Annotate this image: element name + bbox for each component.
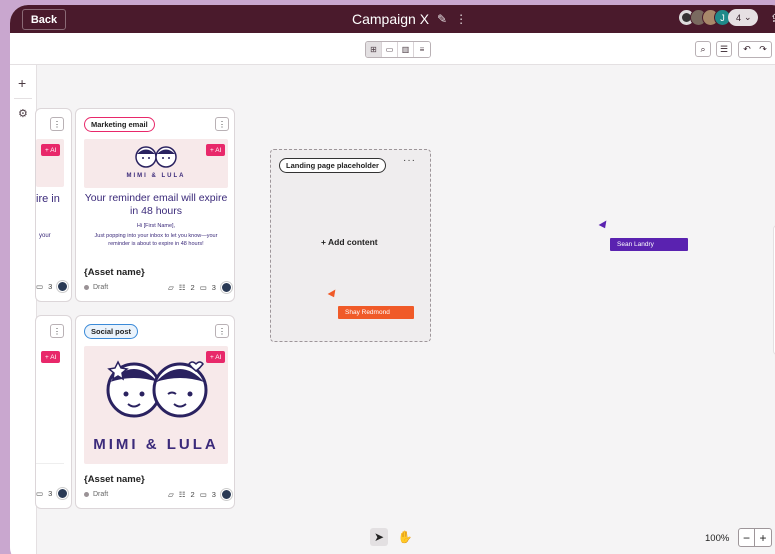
cursor-label-sean: Sean Landry: [610, 238, 688, 251]
card-type-badge: Marketing email: [84, 117, 155, 132]
status-dot: [84, 492, 89, 497]
task-count: 2: [190, 283, 195, 292]
view-mode-switcher: ⊞ ▭ ▥ ≡: [365, 41, 431, 58]
pencil-icon[interactable]: ✎: [437, 12, 447, 26]
canvas-tools: ➤ ✋: [370, 528, 414, 546]
status-badge: Draft: [84, 491, 108, 498]
headline-fragment: ire in: [36, 193, 60, 205]
calendar-view-icon[interactable]: ▭: [382, 42, 398, 57]
avatar: [220, 282, 232, 293]
chevron-down-icon: ⌄: [744, 12, 752, 22]
asset-name: {Asset name}: [84, 267, 145, 278]
card-meta: ▭ 3: [36, 281, 69, 292]
comment-icon[interactable]: ▭: [200, 490, 207, 499]
card-type-badge: Social post: [84, 324, 139, 339]
mascot-illustration: [135, 146, 177, 168]
comment-count: 3: [48, 282, 53, 291]
add-content-button[interactable]: + Add content: [321, 237, 378, 247]
asset-name: {Asset name}: [84, 474, 145, 485]
card-media: + AI: [36, 346, 64, 464]
task-count: 2: [190, 490, 195, 499]
grid-view-icon[interactable]: ⊞: [366, 42, 382, 57]
card-meta: ▱ ☷ 2 ▭ 3: [168, 282, 232, 293]
card-meta: ▱ ☷ 2 ▭ 3: [168, 489, 232, 500]
back-button[interactable]: Back: [22, 9, 66, 30]
placeholder-badge: Landing page placeholder: [279, 158, 386, 173]
undo-redo-group: ↶ ↷: [738, 41, 772, 58]
brand-logo: MIMI & LULA: [93, 436, 219, 453]
ai-badge[interactable]: + AI: [206, 144, 226, 156]
social-post-image: + AI MIMI & LULA: [84, 346, 228, 464]
checklist-icon[interactable]: ☷: [179, 490, 186, 499]
avatar: [57, 281, 69, 292]
email-greeting: Hi [First Name],: [136, 223, 176, 229]
email-body-preview: Your reminder email will expire in 48 ho…: [84, 192, 228, 258]
share-icon[interactable]: ⇪: [770, 12, 775, 25]
divider: [14, 98, 32, 99]
comment-count: 3: [48, 489, 53, 498]
comment-icon[interactable]: ▭: [200, 283, 207, 292]
gear-icon[interactable]: ⚙: [18, 107, 28, 120]
redo-icon[interactable]: ↷: [755, 42, 771, 57]
zoom-in-button[interactable]: +: [755, 529, 771, 546]
note-icon[interactable]: ▱: [168, 283, 174, 292]
card-menu-icon[interactable]: ⋮: [215, 324, 229, 338]
undo-icon[interactable]: ↶: [739, 42, 755, 57]
social-post-card[interactable]: Social post ⋮ + AI MIMI & LULA {Asset na…: [75, 315, 235, 509]
card-meta: ▭ 3: [36, 488, 69, 499]
zoom-level: 100%: [705, 533, 730, 544]
email-headline: Your reminder email will expire in 48 ho…: [84, 192, 228, 217]
left-rail: + ⚙: [10, 65, 37, 554]
status-badge: Draft: [84, 284, 108, 291]
collaborators[interactable]: J 4 ⌄: [678, 9, 758, 26]
marketing-email-card[interactable]: Marketing email ⋮ + AI MIMI & LULA Your …: [75, 108, 235, 302]
top-bar: Back Campaign X ✎ ⋮ J 4 ⌄ ⇪: [10, 5, 775, 33]
title-group: Campaign X ✎ ⋮: [352, 11, 467, 27]
cursor-pointer-icon: [598, 220, 613, 236]
list-view-icon[interactable]: ≡: [414, 42, 430, 57]
body-fragment: your: [39, 233, 51, 239]
mascot-illustration: [106, 360, 208, 418]
email-body-text: Just popping into your inbox to let you …: [94, 233, 218, 247]
board-view-icon[interactable]: ▥: [398, 42, 414, 57]
asset-card-partial-bottom[interactable]: ⋮ + AI ▭ 3: [35, 315, 72, 509]
hand-icon[interactable]: ✋: [396, 528, 414, 546]
comment-count: 3: [211, 490, 216, 499]
app-window: Back Campaign X ✎ ⋮ J 4 ⌄ ⇪ ⊞ ▭ ▥ ≡ ⌕ ☰: [10, 5, 775, 554]
view-toolbar: ⊞ ▭ ▥ ≡ ⌕ ☰ ↶ ↷: [10, 33, 775, 65]
collaborator-count[interactable]: 4 ⌄: [728, 9, 758, 26]
status-label: Draft: [93, 284, 109, 291]
status-label: Draft: [93, 491, 109, 498]
avatar: [220, 489, 232, 500]
plus-icon[interactable]: +: [18, 75, 26, 91]
campaign-title: Campaign X: [352, 11, 430, 27]
card-menu-icon[interactable]: ⋮: [215, 117, 229, 131]
ai-badge[interactable]: + AI: [41, 144, 61, 156]
cursor-label-shay: Shay Redmond: [338, 306, 414, 319]
asset-card-partial-top[interactable]: ⋮ + AI ire in your ▭ 3: [35, 108, 72, 302]
filter-icon[interactable]: ☰: [716, 41, 732, 57]
brand-logo: MIMI & LULA: [126, 173, 186, 179]
comment-icon: ▭: [36, 489, 44, 498]
search-icon[interactable]: ⌕: [695, 41, 711, 57]
email-header-image: + AI MIMI & LULA: [84, 139, 228, 188]
card-menu-icon[interactable]: ⋮: [50, 324, 64, 338]
collaborator-count-value: 4: [736, 12, 742, 23]
zoom-out-button[interactable]: −: [739, 529, 755, 546]
comment-count: 3: [211, 283, 216, 292]
status-dot: [84, 285, 89, 290]
checklist-icon[interactable]: ☷: [179, 283, 186, 292]
comment-icon: ▭: [36, 282, 44, 291]
card-menu-icon[interactable]: ⋮: [50, 117, 64, 131]
pointer-icon[interactable]: ➤: [370, 528, 388, 546]
kebab-icon[interactable]: ⋮: [455, 12, 467, 26]
note-icon[interactable]: ▱: [168, 490, 174, 499]
ai-badge[interactable]: + AI: [41, 351, 61, 363]
avatar: [57, 488, 69, 499]
more-icon[interactable]: ···: [403, 155, 416, 166]
zoom-controls: − +: [738, 528, 772, 547]
card-media: + AI: [36, 139, 64, 187]
